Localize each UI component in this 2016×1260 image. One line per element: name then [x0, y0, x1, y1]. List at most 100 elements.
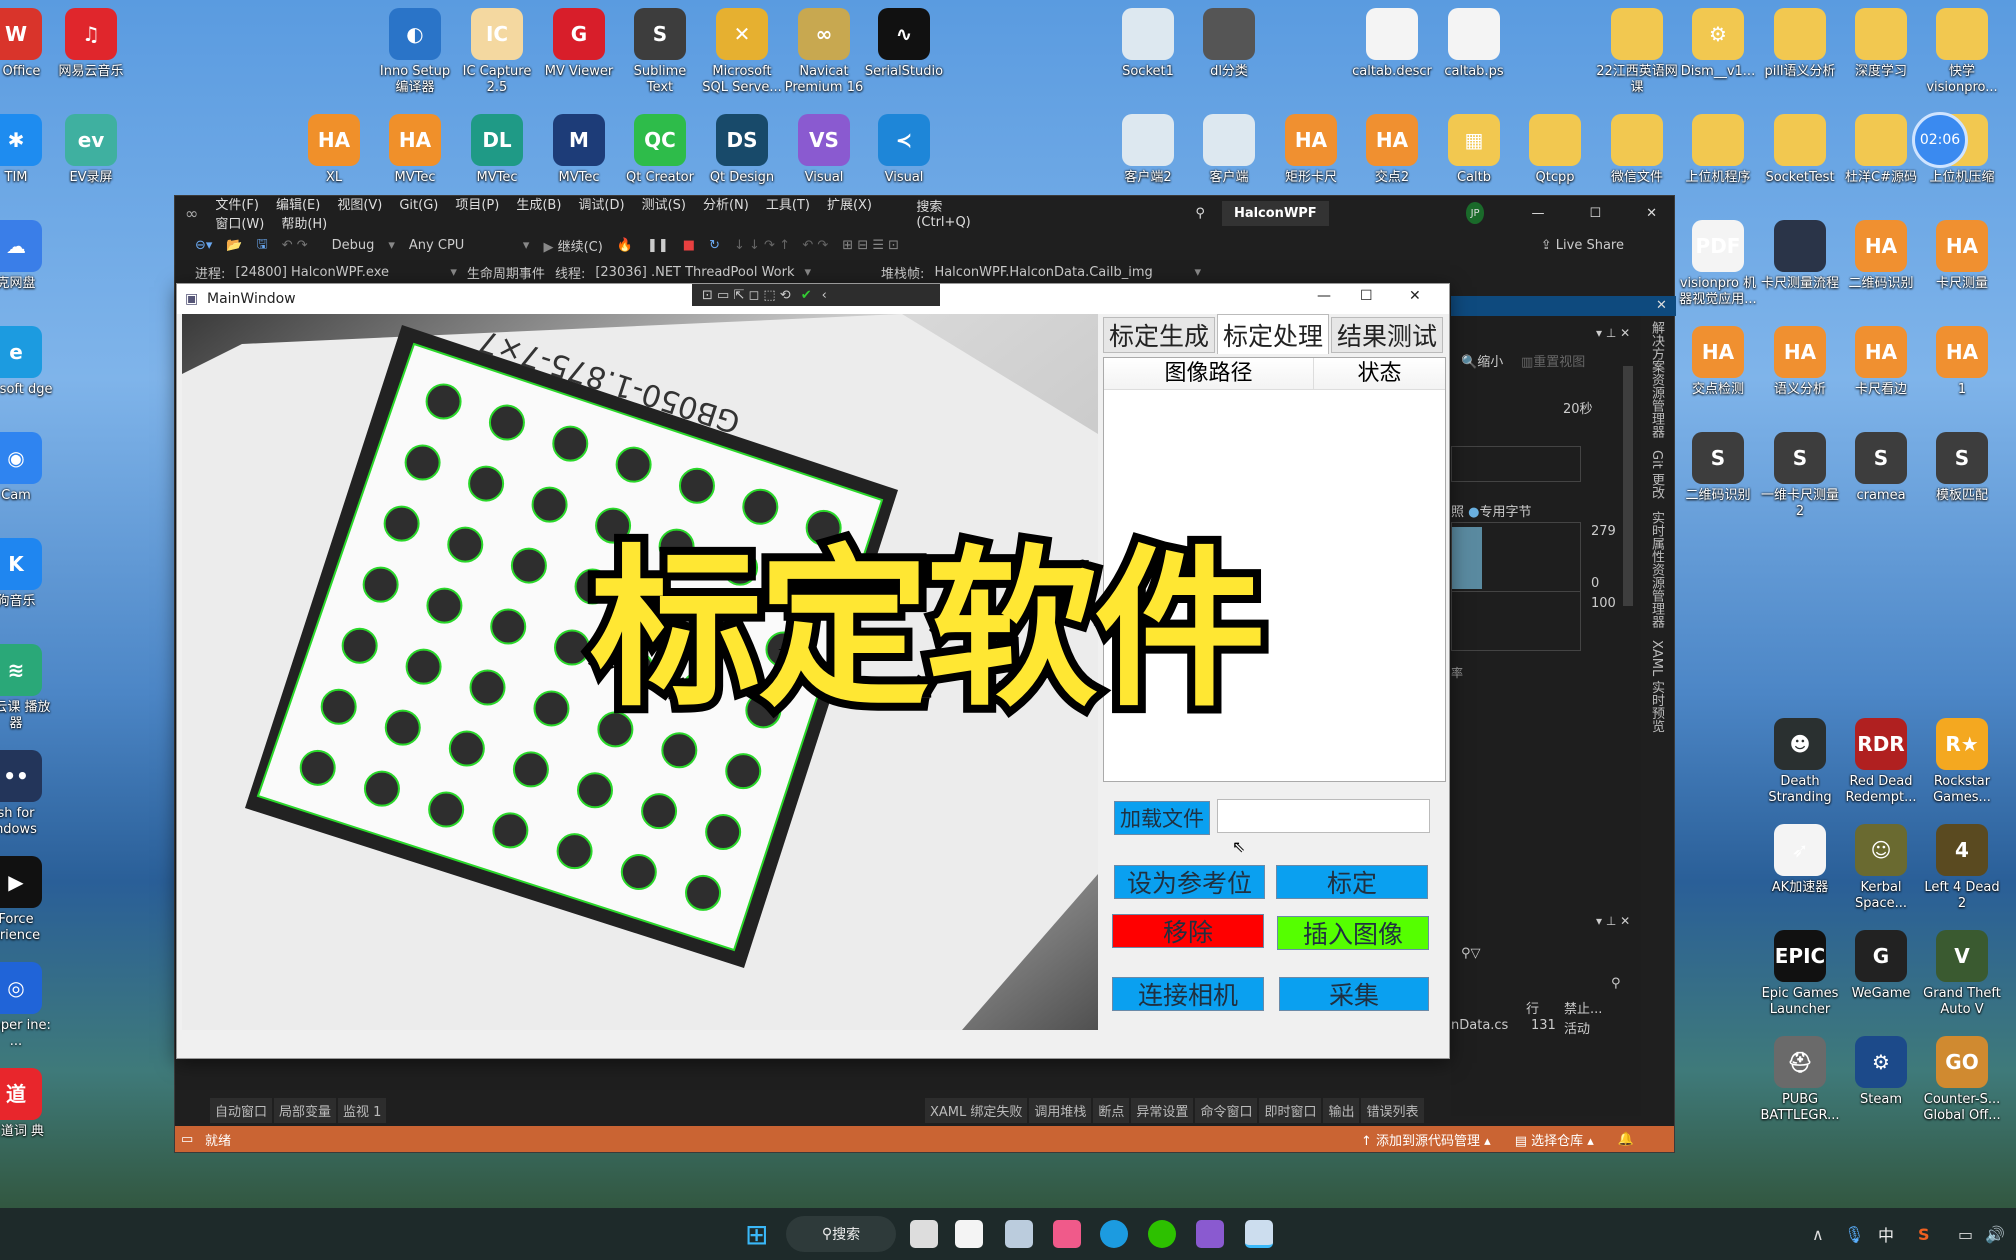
desktop-icon[interactable]: ▶ Force erience [0, 856, 57, 944]
desktop-icon[interactable]: ▦ Caltb [1433, 114, 1515, 186]
continue-button[interactable]: ▶ 继续(C) [543, 236, 602, 255]
mainwindow-task-icon[interactable] [1245, 1220, 1273, 1248]
column-image-path[interactable]: 图像路径 [1104, 358, 1314, 389]
sidetabs-item[interactable]: XAML 实时预览 [1647, 640, 1666, 732]
zoom-out-button[interactable]: 🔍缩小 [1461, 351, 1503, 370]
menu-item[interactable]: 帮助(H) [281, 217, 327, 232]
stop-icon[interactable]: ■ [683, 238, 695, 253]
desktop-icon[interactable]: 深度学习 [1840, 8, 1922, 80]
select-repo-button[interactable]: ▤ 选择仓库 ▴ [1515, 1130, 1594, 1149]
desktop-icon[interactable]: ∿ SerialStudio [863, 8, 945, 80]
menu-item[interactable]: 扩展(X) [827, 198, 872, 213]
desktop-icon[interactable]: K 狗音乐 [0, 538, 57, 610]
lifecycle-events[interactable]: 生命周期事件 [467, 263, 545, 282]
tab-0[interactable]: 标定生成 [1103, 317, 1215, 353]
menu-item[interactable]: 编辑(E) [276, 198, 320, 213]
desktop-icon[interactable]: 客户端 [1188, 114, 1270, 186]
desktop-icon[interactable]: HA 交点检测 [1677, 326, 1759, 398]
column-status[interactable]: 状态 [1314, 358, 1445, 389]
bl-tabs-item[interactable]: 监视 1 [338, 1098, 387, 1123]
desktop-icon[interactable]: Scramea [1840, 432, 1922, 504]
desktop-icon[interactable]: ☺ Kerbal Space... [1840, 824, 1922, 912]
br-tabs-item[interactable]: 异常设置 [1131, 1098, 1194, 1123]
maximize-button[interactable]: ☐ [1360, 288, 1373, 304]
desktop-icon[interactable]: Socket1 [1107, 8, 1189, 80]
desktop-icon[interactable]: ✱ TIM [0, 114, 57, 186]
bl-tabs-item[interactable]: 自动窗口 [210, 1098, 273, 1123]
search-icon[interactable]: ⚲ [1611, 976, 1621, 991]
desktop-icon[interactable]: M MVTec [538, 114, 620, 186]
task-view-icon[interactable] [910, 1220, 938, 1248]
br-tabs-item[interactable]: 命令窗口 [1195, 1098, 1258, 1123]
desktop-icon[interactable]: caltab.descr [1351, 8, 1433, 80]
insert-image-button[interactable]: 插入图像 [1277, 916, 1429, 950]
desktop-icon[interactable]: HA 矩形卡尺 [1270, 114, 1352, 186]
desktop-icon[interactable]: dl分类 [1188, 8, 1270, 80]
lala-icon[interactable] [1053, 1220, 1081, 1248]
close-button[interactable]: ✕ [1646, 206, 1657, 221]
desktop-icon[interactable]: 卡尺测量流程 [1759, 220, 1841, 292]
undo-icon[interactable]: ↶ ↷ [282, 238, 308, 253]
desktop-icon[interactable]: 道有道词 典 [0, 1068, 57, 1140]
menu-item[interactable]: 生成(B) [516, 198, 561, 213]
desktop-icon[interactable]: HA XL [293, 114, 375, 186]
br-tabs-item[interactable]: 断点 [1093, 1098, 1130, 1123]
desktop-icon[interactable]: Ws Office [0, 8, 57, 80]
sogou-icon[interactable]: S [1918, 1225, 1930, 1244]
desktop-icon[interactable]: V Grand Theft Auto V [1921, 930, 2003, 1018]
tab-2[interactable]: 结果测试 [1331, 317, 1443, 353]
desktop-icon[interactable]: IC IC Capture 2.5 [456, 8, 538, 96]
calibrate-button[interactable]: 标定 [1276, 865, 1428, 899]
desktop-icon[interactable]: ⛑ PUBG BATTLEGR... [1759, 1036, 1841, 1124]
desktop-icon[interactable]: G WeGame [1840, 930, 1922, 1002]
xaml-debug-toolbar[interactable]: ⊡ ▭ ⇱ ◻ ⬚ ⟲ ✔ ‹ [692, 284, 940, 306]
platform-dropdown[interactable]: Any CPU [409, 238, 509, 253]
config-dropdown[interactable]: Debug [332, 238, 375, 253]
menu-item[interactable]: 调试(D) [578, 198, 624, 213]
hot-reload-icon[interactable]: 🔥 [617, 238, 633, 253]
desktop-icon[interactable]: G MV Viewer [538, 8, 620, 80]
sidetabs-item[interactable]: 解决方案资源管理器 [1647, 321, 1666, 438]
ime-indicator[interactable]: 中 [1878, 1222, 1894, 1246]
desktop-icon[interactable]: 杜洋C#源码 [1840, 114, 1922, 186]
snipping-icon[interactable] [955, 1220, 983, 1248]
desktop-icon[interactable]: VS Visual [783, 114, 865, 186]
taskbar-search[interactable]: ⚲ 搜索 [786, 1216, 896, 1252]
desktop-icon[interactable]: HA MVTec [374, 114, 456, 186]
desktop-icon[interactable]: R★ Rockstar Games... [1921, 718, 2003, 806]
restart-icon[interactable]: ↻ [709, 238, 720, 253]
menu-item[interactable]: 窗口(W) [215, 217, 264, 232]
microphone-icon[interactable]: 🎙 [1844, 1225, 1864, 1244]
desktop-icon[interactable]: ☻ Death Stranding [1759, 718, 1841, 806]
desktop-icon[interactable]: Qtcpp [1514, 114, 1596, 186]
monitor-app-icon[interactable] [1005, 1220, 1033, 1248]
br-tabs-item[interactable]: 输出 [1323, 1098, 1360, 1123]
menu-item[interactable]: 测试(S) [642, 198, 686, 213]
column-suppress[interactable]: 禁止... [1564, 998, 1602, 1017]
add-source-control-button[interactable]: ↑ 添加到源代码管理 ▴ [1361, 1130, 1491, 1149]
menu-item[interactable]: 项目(P) [455, 198, 499, 213]
desktop-icon[interactable]: GO Counter-S... Global Off... [1921, 1036, 2003, 1124]
desktop-icon[interactable]: ⚙ Dism__v1... [1677, 8, 1759, 80]
desktop-icon[interactable]: ➶ AK加速器 [1759, 824, 1841, 896]
clock-widget[interactable]: 02:06 [1912, 112, 1968, 168]
desktop-icon[interactable]: S 一维卡尺测量2 [1759, 432, 1841, 520]
menu-item[interactable]: 视图(V) [337, 198, 382, 213]
desktop-icon[interactable]: 客户端2 [1107, 114, 1189, 186]
desktop-icon[interactable]: ◐ Inno Setup 编译器 [374, 8, 456, 96]
br-tabs-item[interactable]: 调用堆栈 [1029, 1098, 1092, 1123]
filter-icon[interactable]: ⚲▽ [1461, 946, 1481, 961]
desktop-icon[interactable]: ◎ lpaper ine: ... [0, 962, 57, 1050]
step-icons[interactable]: ↓ ↓ ↷ ↑ ↶ ↷ [734, 238, 828, 253]
desktop-icon[interactable]: ♫ 网易云音乐 [50, 8, 132, 80]
br-tabs-item[interactable]: 即时窗口 [1259, 1098, 1322, 1123]
desktop-icon[interactable]: S 二维码识别 [1677, 432, 1759, 504]
desktop-icon[interactable]: 4 Left 4 Dead 2 [1921, 824, 2003, 912]
thread-dropdown[interactable]: [23036] .NET ThreadPool Work [595, 265, 794, 280]
desktop-icon[interactable]: HA 卡尺看边 [1840, 326, 1922, 398]
desktop-icon[interactable]: SocketTest [1759, 114, 1841, 186]
desktop-icon[interactable]: 上位机程序 [1677, 114, 1759, 186]
save-icon[interactable]: 🖫 [257, 235, 268, 257]
desktop-icon[interactable]: HA 1 [1921, 326, 2003, 398]
network-icon[interactable]: ▭ [1958, 1225, 1973, 1244]
